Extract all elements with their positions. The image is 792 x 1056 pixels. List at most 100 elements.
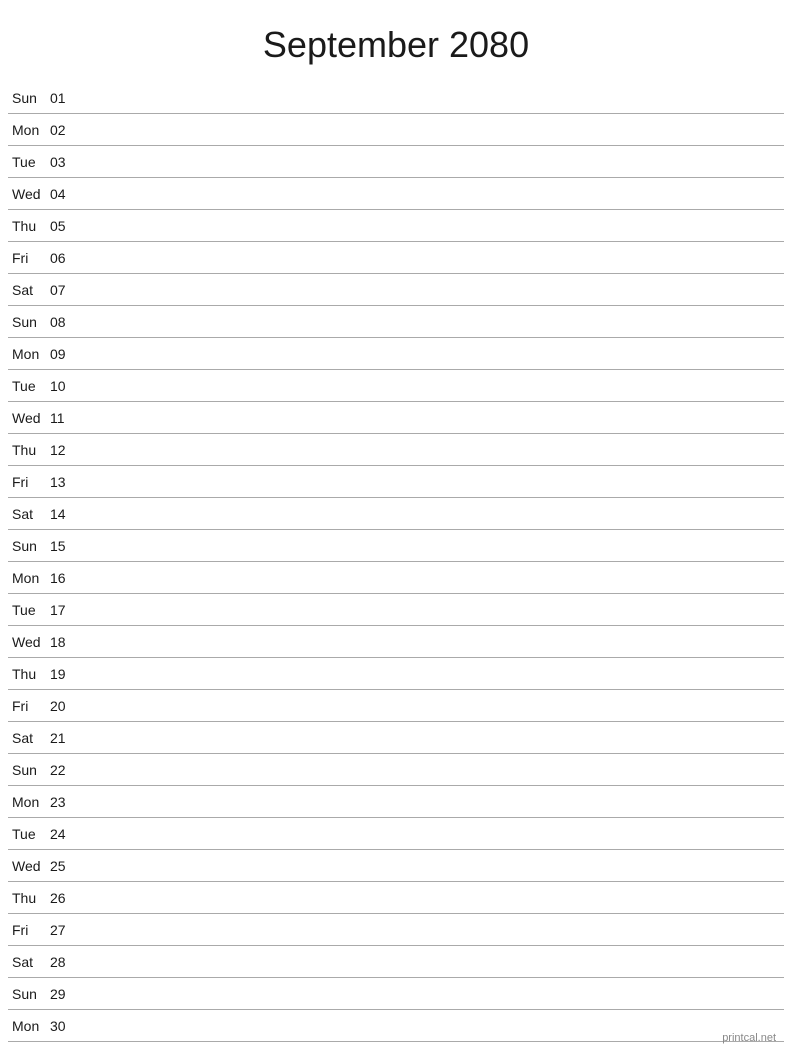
day-name: Thu	[8, 666, 50, 682]
day-row: Wed11	[8, 402, 784, 434]
day-number: 04	[50, 186, 78, 202]
day-number: 21	[50, 730, 78, 746]
day-line	[78, 961, 784, 962]
day-row: Wed18	[8, 626, 784, 658]
day-name: Sun	[8, 762, 50, 778]
day-number: 03	[50, 154, 78, 170]
day-name: Sat	[8, 282, 50, 298]
day-row: Thu05	[8, 210, 784, 242]
day-line	[78, 321, 784, 322]
day-name: Fri	[8, 698, 50, 714]
day-name: Sat	[8, 730, 50, 746]
day-row: Thu12	[8, 434, 784, 466]
day-line	[78, 833, 784, 834]
day-line	[78, 225, 784, 226]
day-name: Mon	[8, 346, 50, 362]
day-name: Wed	[8, 186, 50, 202]
day-name: Sun	[8, 986, 50, 1002]
day-name: Tue	[8, 154, 50, 170]
day-row: Sun15	[8, 530, 784, 562]
day-number: 22	[50, 762, 78, 778]
day-number: 15	[50, 538, 78, 554]
day-number: 24	[50, 826, 78, 842]
day-number: 14	[50, 506, 78, 522]
day-name: Wed	[8, 634, 50, 650]
day-line	[78, 449, 784, 450]
day-name: Tue	[8, 378, 50, 394]
day-row: Mon09	[8, 338, 784, 370]
day-row: Sat21	[8, 722, 784, 754]
day-name: Wed	[8, 410, 50, 426]
day-number: 18	[50, 634, 78, 650]
day-name: Mon	[8, 1018, 50, 1034]
day-number: 16	[50, 570, 78, 586]
day-line	[78, 737, 784, 738]
day-line	[78, 609, 784, 610]
day-row: Sun22	[8, 754, 784, 786]
day-line	[78, 673, 784, 674]
day-line	[78, 353, 784, 354]
day-line	[78, 97, 784, 98]
day-name: Fri	[8, 474, 50, 490]
day-name: Thu	[8, 442, 50, 458]
day-number: 26	[50, 890, 78, 906]
day-number: 27	[50, 922, 78, 938]
day-row: Fri20	[8, 690, 784, 722]
day-name: Tue	[8, 826, 50, 842]
day-number: 06	[50, 250, 78, 266]
day-number: 11	[50, 410, 78, 426]
day-number: 30	[50, 1018, 78, 1034]
day-number: 07	[50, 282, 78, 298]
day-row: Sun08	[8, 306, 784, 338]
day-line	[78, 193, 784, 194]
day-name: Mon	[8, 794, 50, 810]
day-line	[78, 769, 784, 770]
day-number: 25	[50, 858, 78, 874]
day-line	[78, 897, 784, 898]
day-row: Sun29	[8, 978, 784, 1010]
day-line	[78, 481, 784, 482]
day-row: Sat07	[8, 274, 784, 306]
day-name: Sat	[8, 506, 50, 522]
day-line	[78, 545, 784, 546]
day-number: 12	[50, 442, 78, 458]
day-name: Thu	[8, 218, 50, 234]
day-number: 13	[50, 474, 78, 490]
day-row: Sat28	[8, 946, 784, 978]
day-line	[78, 577, 784, 578]
day-line	[78, 257, 784, 258]
day-row: Tue03	[8, 146, 784, 178]
day-line	[78, 641, 784, 642]
day-number: 19	[50, 666, 78, 682]
day-number: 10	[50, 378, 78, 394]
day-line	[78, 865, 784, 866]
day-name: Fri	[8, 922, 50, 938]
day-number: 05	[50, 218, 78, 234]
day-name: Mon	[8, 570, 50, 586]
day-row: Fri27	[8, 914, 784, 946]
day-row: Tue10	[8, 370, 784, 402]
day-line	[78, 801, 784, 802]
page-title: September 2080	[0, 0, 792, 82]
footer-text: printcal.net	[722, 1032, 776, 1044]
day-row: Thu26	[8, 882, 784, 914]
day-row: Sun01	[8, 82, 784, 114]
day-line	[78, 417, 784, 418]
day-number: 08	[50, 314, 78, 330]
day-name: Sat	[8, 954, 50, 970]
day-row: Tue24	[8, 818, 784, 850]
day-name: Mon	[8, 122, 50, 138]
day-number: 02	[50, 122, 78, 138]
day-name: Sun	[8, 90, 50, 106]
day-row: Fri13	[8, 466, 784, 498]
day-number: 20	[50, 698, 78, 714]
day-number: 17	[50, 602, 78, 618]
day-name: Sun	[8, 538, 50, 554]
day-line	[78, 993, 784, 994]
day-row: Sat14	[8, 498, 784, 530]
day-row: Wed04	[8, 178, 784, 210]
day-name: Sun	[8, 314, 50, 330]
day-number: 09	[50, 346, 78, 362]
day-row: Mon23	[8, 786, 784, 818]
day-line	[78, 1025, 784, 1026]
